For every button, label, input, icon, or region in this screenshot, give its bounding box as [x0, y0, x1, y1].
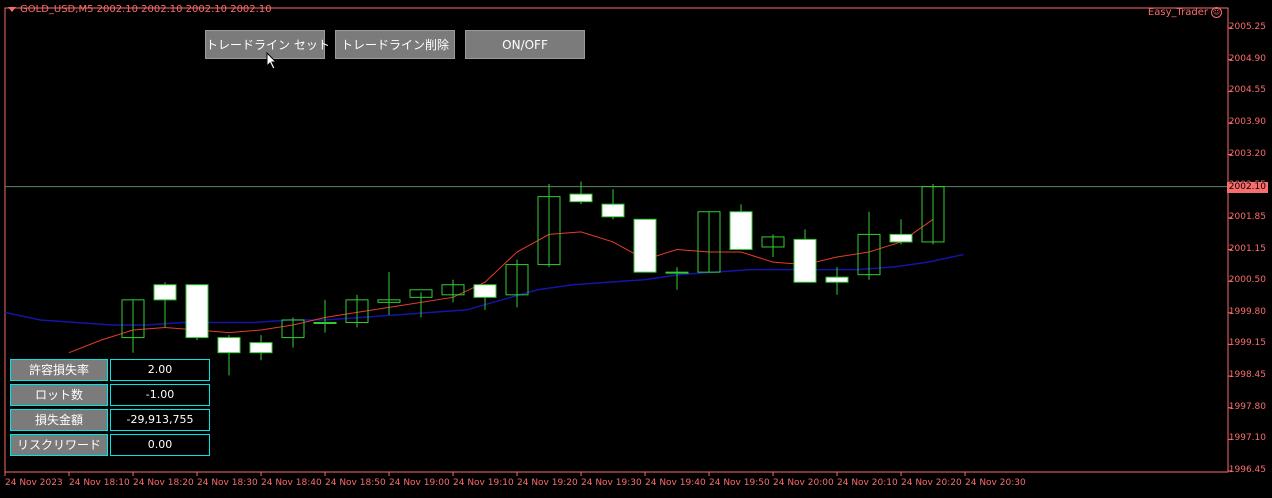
allowed-loss-rate-field[interactable]: 2.00 [110, 359, 210, 381]
candle-body [633, 218, 657, 273]
candle-body [249, 342, 273, 354]
price-tick-label: 1998.45 [1228, 370, 1266, 381]
chart-symbol-info: GOLD_USD,M5 2002.10 2002.10 2002.10 2002… [8, 4, 272, 15]
price-tick-label: 2001.85 [1228, 211, 1266, 222]
risk-row-loss-amount: 損失金額 -29,913,755 [10, 409, 210, 431]
dropdown-triangle-icon[interactable] [8, 7, 16, 12]
time-tick-label: 24 Nov 19:30 [581, 478, 642, 488]
time-tick-label: 24 Nov 20:00 [773, 478, 834, 488]
candle-body [793, 238, 817, 283]
risk-row-allowed-loss-rate: 許容損失率 2.00 [10, 359, 210, 381]
delete-trendline-button[interactable]: トレードライン削除 [335, 30, 455, 59]
price-tick-label: 1999.80 [1228, 306, 1266, 317]
price-tick-label: 1999.15 [1228, 338, 1266, 349]
time-tick-label: 24 Nov 2023 [5, 478, 63, 488]
candle-body [569, 193, 593, 203]
candle-body [729, 211, 753, 251]
lot-size-field[interactable]: -1.00 [110, 384, 210, 406]
price-tick-label: 2003.20 [1228, 148, 1266, 159]
candle-body [825, 276, 849, 283]
set-trendline-button[interactable]: トレードライン セット [205, 30, 330, 59]
risk-label: リスクリワード [10, 434, 108, 456]
price-tick-label: 1996.45 [1228, 465, 1266, 475]
risk-row-lot-size: ロット数 -1.00 [10, 384, 210, 406]
candle-body [601, 203, 625, 218]
time-tick-label: 24 Nov 18:30 [197, 478, 258, 488]
price-tick-label: 2004.90 [1228, 53, 1266, 64]
time-tick-label: 24 Nov 20:20 [901, 478, 962, 488]
time-tick-label: 24 Nov 20:30 [965, 478, 1026, 488]
risk-reward-field[interactable]: 0.00 [110, 434, 210, 456]
candle-body [185, 284, 209, 339]
risk-label: 損失金額 [10, 409, 108, 431]
chart-window[interactable]: GOLD_USD,M5 2002.10 2002.10 2002.10 2002… [0, 0, 1272, 498]
time-tick-label: 24 Nov 18:20 [133, 478, 194, 488]
candle-body [473, 284, 497, 298]
price-tick-label: 1997.10 [1228, 433, 1266, 444]
time-tick-label: 24 Nov 20:10 [837, 478, 898, 488]
risk-row-risk-reward: リスクリワード 0.00 [10, 434, 210, 456]
time-tick-label: 24 Nov 19:20 [517, 478, 578, 488]
time-tick-label: 24 Nov 18:10 [69, 478, 130, 488]
current-price-tag: 2002.10 [1226, 182, 1268, 193]
price-tick-label: 2005.25 [1228, 22, 1266, 32]
price-tick-label: 2001.15 [1228, 243, 1266, 254]
candle-body [665, 271, 689, 274]
price-tick-label: 2003.90 [1228, 116, 1266, 127]
candle-body [217, 337, 241, 354]
candle-body [153, 284, 177, 301]
expert-advisor-label: Easy_Trader ☺ [1148, 7, 1222, 18]
symbol-info-text: GOLD_USD,M5 2002.10 2002.10 2002.10 2002… [20, 4, 272, 15]
price-tick-label: 2000.50 [1228, 275, 1266, 286]
time-tick-label: 24 Nov 19:10 [453, 478, 514, 488]
mouse-cursor-icon [266, 52, 278, 70]
time-tick-label: 24 Nov 18:50 [325, 478, 386, 488]
price-tick-label: 1997.80 [1228, 401, 1266, 412]
time-tick-label: 24 Nov 19:00 [389, 478, 450, 488]
price-tick-label: 2004.55 [1228, 85, 1266, 96]
time-tick-label: 24 Nov 18:40 [261, 478, 322, 488]
time-tick-label: 24 Nov 19:40 [645, 478, 706, 488]
candle-body [889, 233, 913, 243]
risk-label: 許容損失率 [10, 359, 108, 381]
expert-name: Easy_Trader [1147, 7, 1208, 18]
time-tick-label: 24 Nov 19:50 [709, 478, 770, 488]
risk-label: ロット数 [10, 384, 108, 406]
smiley-icon[interactable]: ☺ [1211, 7, 1222, 18]
on-off-button[interactable]: ON/OFF [465, 30, 585, 59]
loss-amount-field[interactable]: -29,913,755 [110, 409, 210, 431]
candle-body [313, 321, 337, 324]
